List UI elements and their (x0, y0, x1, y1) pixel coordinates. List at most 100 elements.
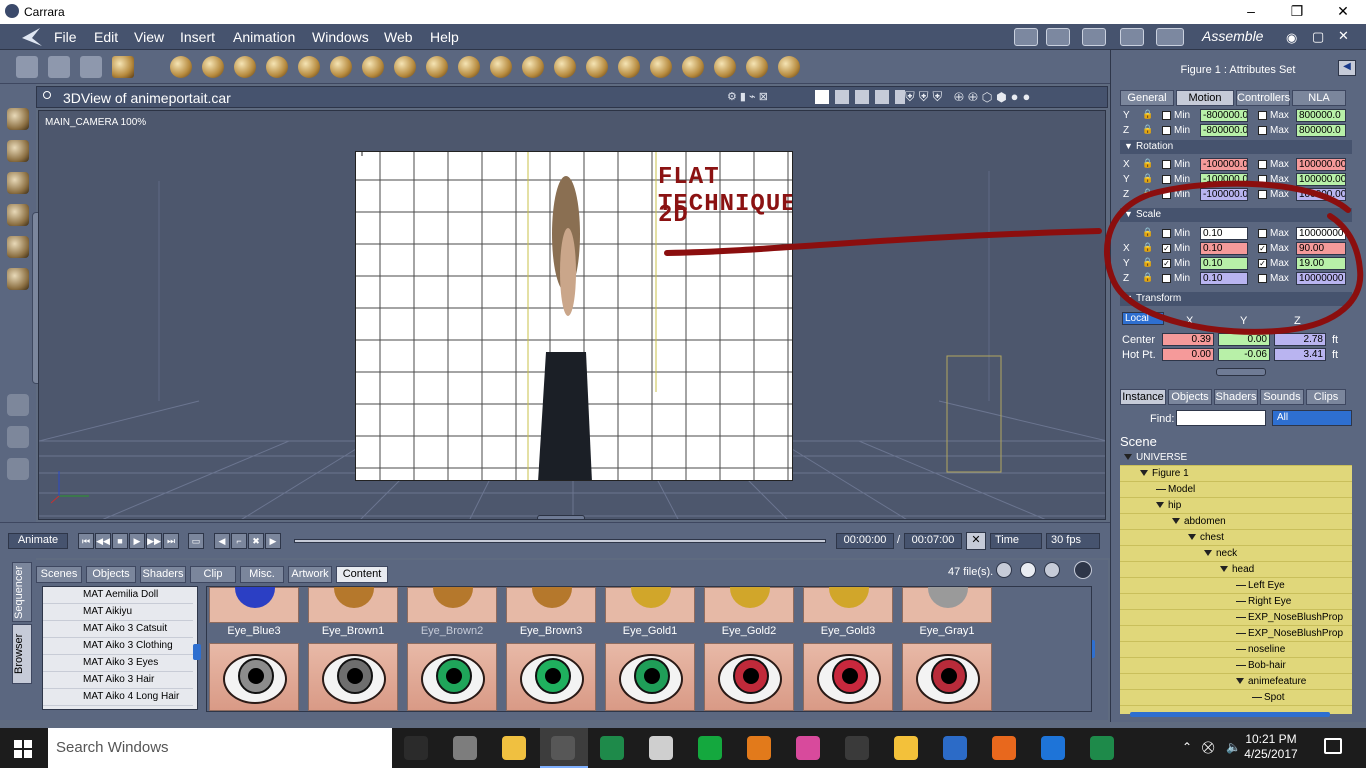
minimize-button[interactable]: – (1228, 0, 1274, 24)
panel-split-handle[interactable] (1216, 368, 1266, 376)
animate-button[interactable]: Animate (8, 533, 68, 549)
list-item[interactable]: MAT Aiko 3 Clothing (43, 638, 193, 655)
file-explorer-icon[interactable] (894, 736, 918, 760)
tab-objects[interactable]: Objects (86, 566, 136, 583)
rotate-icon[interactable] (7, 172, 29, 194)
app-icon[interactable] (502, 736, 526, 760)
notifications-icon[interactable] (1324, 738, 1342, 754)
tree-node[interactable]: noseline (1120, 642, 1352, 658)
browser-menu-icon[interactable] (1074, 561, 1092, 579)
tab-shaders[interactable]: Shaders (140, 566, 186, 583)
insert-light-icon[interactable] (650, 56, 672, 78)
tab-sequencer[interactable]: Sequencer (12, 562, 32, 622)
menu-edit[interactable]: Edit (94, 29, 118, 45)
expand-triangle-icon[interactable] (1236, 678, 1244, 685)
eye-thumbnail[interactable] (803, 643, 893, 711)
expand-triangle-icon[interactable] (1204, 550, 1212, 557)
maximize-button[interactable]: ❐ (1274, 0, 1320, 24)
tab-clips[interactable]: Clips (1306, 389, 1346, 405)
thumbnail[interactable] (209, 587, 299, 623)
room-hand-icon[interactable] (1014, 28, 1038, 46)
expand-triangle-icon[interactable] (1124, 454, 1132, 461)
firefox-icon[interactable] (992, 736, 1016, 760)
tab-objects-right[interactable]: Objects (1168, 389, 1212, 405)
app-icon[interactable] (649, 736, 673, 760)
thumbnail[interactable] (902, 587, 992, 623)
stop-icon[interactable]: ■ (112, 533, 128, 549)
network-icon[interactable]: ⛒ (1202, 740, 1214, 755)
next-key-icon[interactable]: ▶ (265, 533, 281, 549)
flat-image-plane[interactable]: FLAT TECHNIQUE 2D (355, 151, 793, 481)
viewport-split-handle[interactable] (537, 515, 585, 519)
fast-forward-icon[interactable]: ▶▶ (146, 533, 162, 549)
eye-thumbnail[interactable] (605, 643, 695, 711)
eye-thumbnail[interactable] (704, 643, 794, 711)
lock-icon[interactable]: 🔒 (1142, 158, 1153, 169)
tree-node[interactable]: abdomen (1120, 514, 1352, 530)
min-checkbox[interactable] (1162, 126, 1171, 135)
insert-ocean-icon[interactable] (522, 56, 544, 78)
insert-cloud-icon[interactable] (458, 56, 480, 78)
tree-node[interactable]: chest (1120, 530, 1352, 546)
layout-buttons[interactable] (815, 90, 905, 104)
play-icon[interactable]: ▶ (129, 533, 145, 549)
tab-motion[interactable]: Motion (1176, 90, 1234, 106)
edge-icon[interactable] (1041, 736, 1065, 760)
tree-node[interactable]: Spot (1120, 690, 1352, 706)
thumbnail[interactable] (803, 587, 893, 623)
tree-node[interactable]: animefeature (1120, 674, 1352, 690)
link-icon[interactable] (7, 268, 29, 290)
zoom-icon[interactable] (7, 458, 29, 480)
insert-hair-icon[interactable] (554, 56, 576, 78)
eye-thumbnail[interactable] (902, 643, 992, 711)
tray-up-arrow-icon[interactable]: ⌃ (1182, 740, 1192, 754)
room-model-icon[interactable] (1046, 28, 1070, 46)
app-icon[interactable] (796, 736, 820, 760)
tab-general[interactable]: General (1120, 90, 1174, 106)
tree-node[interactable]: Right Eye (1120, 594, 1352, 610)
time-slider[interactable] (294, 539, 826, 543)
thumbnail[interactable] (407, 587, 497, 623)
tree-node[interactable]: Bob-hair (1120, 658, 1352, 674)
rewind-icon[interactable]: ◀◀ (95, 533, 111, 549)
menu-file[interactable]: File (54, 29, 77, 45)
viewport-options-icon[interactable] (43, 91, 51, 99)
tab-scenes[interactable]: Scenes (36, 566, 82, 583)
lock-icon[interactable]: 🔒 (1142, 109, 1153, 120)
filter-select[interactable]: All (1272, 410, 1352, 426)
app-icon[interactable] (845, 736, 869, 760)
list-item[interactable]: MAT Aiko 3 Catsuit (43, 621, 193, 638)
tab-content[interactable]: Content (336, 566, 388, 583)
key-icon[interactable]: ⌐ (231, 533, 247, 549)
time-scale-icon[interactable]: ✕ (966, 532, 986, 550)
collapse-panel-icon[interactable]: ◀ (1338, 60, 1356, 76)
min-field[interactable]: -800000.0 (1200, 109, 1248, 122)
taskbar-search[interactable]: Search Windows (48, 728, 392, 768)
list-item[interactable]: MAT Aiko 3 Eyes (43, 655, 193, 672)
tree-node[interactable]: EXP_NoseBlushProp (1120, 626, 1352, 642)
content-folder-list[interactable]: MAT Aemilia Doll MAT Aikiyu MAT Aiko 3 C… (42, 586, 198, 710)
tab-controllers[interactable]: Controllers (1236, 90, 1290, 106)
max-field[interactable]: 800000.0 (1296, 109, 1346, 122)
go-start-icon[interactable]: ⏮ (78, 533, 94, 549)
thumbnail[interactable] (704, 587, 794, 623)
tree-hscroll[interactable] (1130, 712, 1330, 717)
menu-web[interactable]: Web (384, 29, 413, 45)
menu-windows[interactable]: Windows (312, 29, 369, 45)
thumbnail[interactable] (506, 587, 596, 623)
list-item[interactable]: MAT Aemilia Doll (43, 587, 193, 604)
insert-fractal-icon[interactable] (362, 56, 384, 78)
insert-group-icon[interactable] (714, 56, 736, 78)
expand-triangle-icon[interactable] (1140, 470, 1148, 477)
min-field[interactable]: -800000.0 (1200, 124, 1248, 137)
current-time-field[interactable]: 00:00:00 (836, 533, 894, 549)
insert-fire-icon[interactable] (490, 56, 512, 78)
app-icon[interactable] (698, 736, 722, 760)
insert-target-icon[interactable] (746, 56, 768, 78)
insert-metaball-icon[interactable] (266, 56, 288, 78)
tree-node[interactable]: neck (1120, 546, 1352, 562)
eye-thumbnail[interactable] (209, 643, 299, 711)
room-storyboard-icon[interactable] (1082, 28, 1106, 46)
find-input[interactable] (1176, 410, 1266, 426)
app-icon[interactable] (600, 736, 624, 760)
